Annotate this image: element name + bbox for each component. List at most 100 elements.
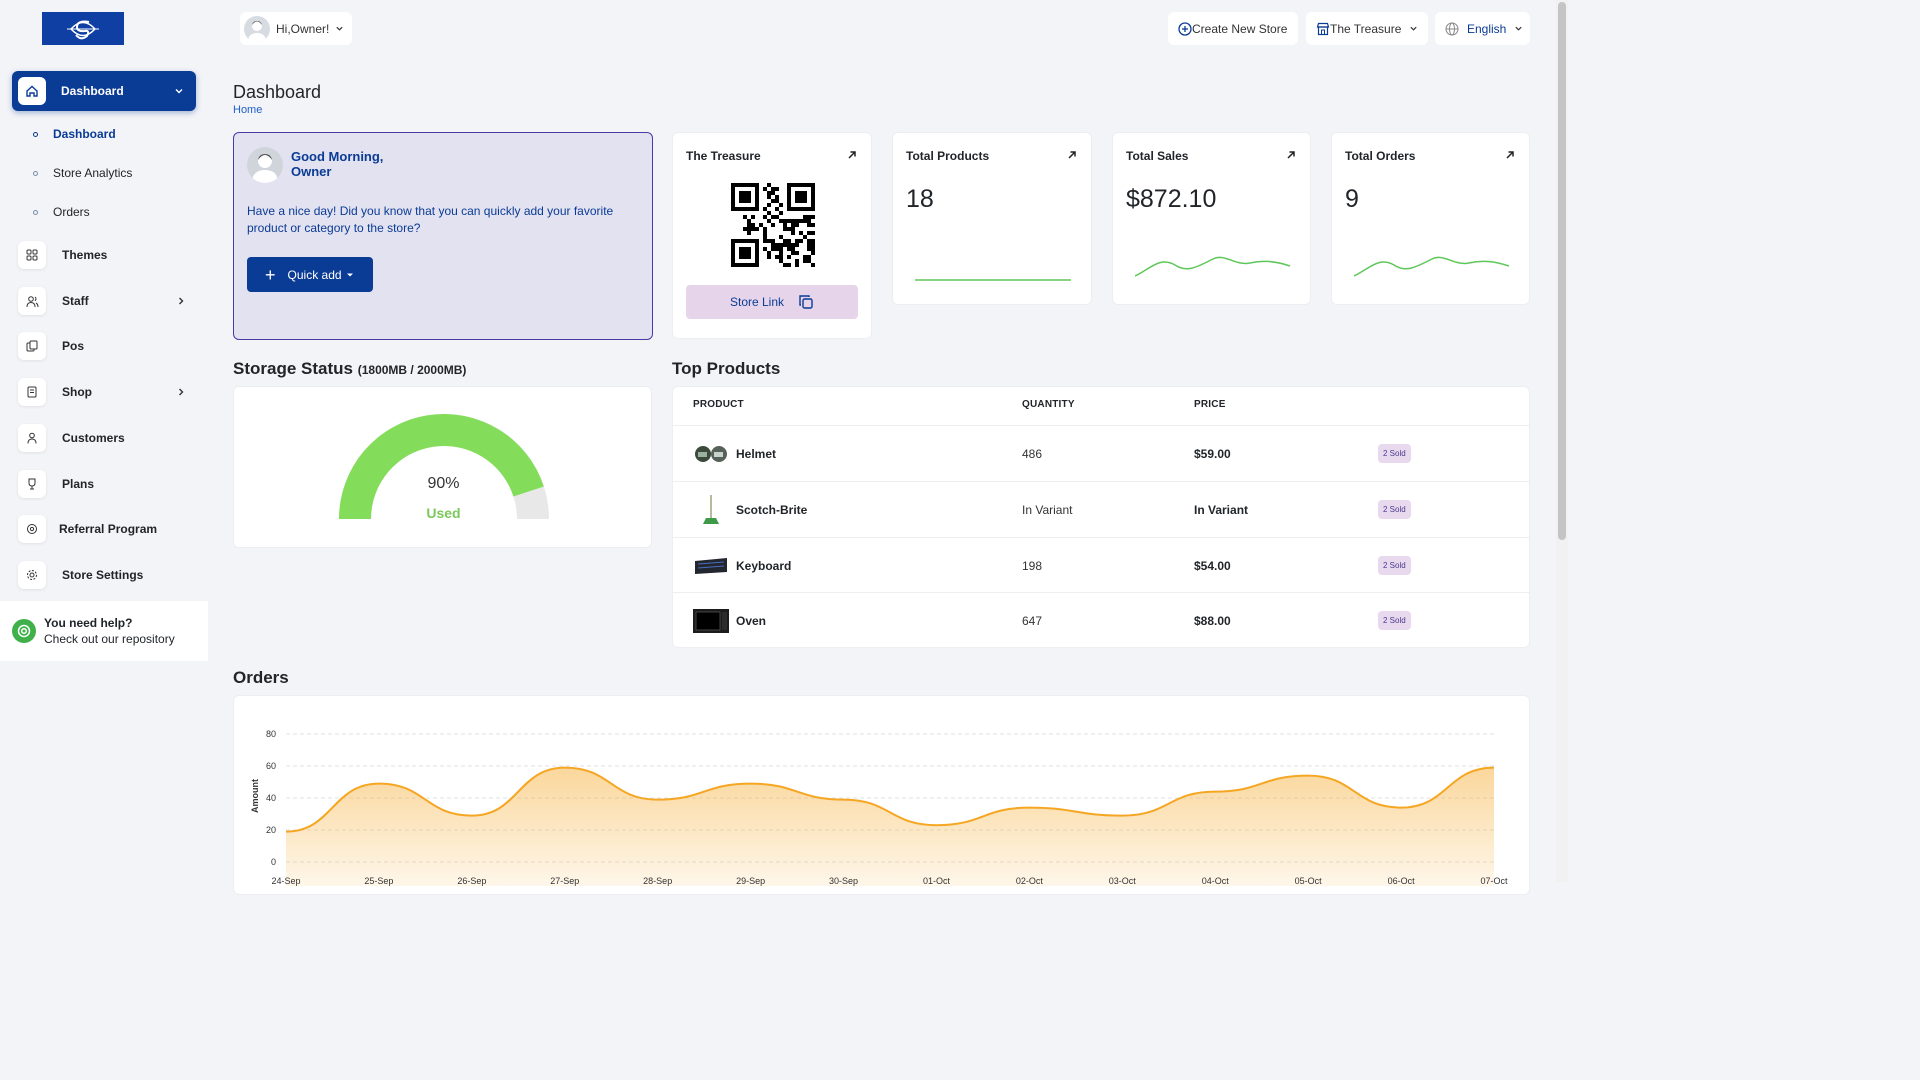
- store-link-button[interactable]: Store Link: [686, 285, 858, 319]
- x-tick-label: 07-Oct: [1480, 876, 1508, 886]
- store-link-label: Store Link: [729, 295, 785, 309]
- help-box[interactable]: You need help? Check out our repository: [0, 601, 208, 661]
- gauge-fill: [339, 414, 544, 519]
- table-row[interactable]: Helmet 486 $59.00 2 Sold: [673, 425, 1530, 481]
- arrow-up-right-icon[interactable]: [1286, 150, 1296, 160]
- lifebuoy-icon: [12, 619, 36, 643]
- sidebar-item-plans[interactable]: Plans: [18, 469, 198, 499]
- product-quantity: 486: [1022, 446, 1043, 461]
- sidebar-item-label: Customers: [62, 431, 125, 445]
- language-select[interactable]: English: [1435, 12, 1530, 45]
- sidebar-item-themes[interactable]: Themes: [18, 240, 198, 270]
- chevron-down-icon: [1410, 26, 1417, 31]
- logo-mark-icon: [67, 20, 99, 39]
- sidebar-item-staff[interactable]: Staff: [18, 286, 198, 316]
- sidebar-item-store-settings[interactable]: Store Settings: [18, 560, 198, 590]
- product-quantity: In Variant: [1022, 502, 1073, 517]
- product-price: $88.00: [1194, 613, 1231, 628]
- column-header-product: PRODUCT: [693, 399, 744, 410]
- users-icon: [18, 287, 46, 315]
- sidebar-subitem-label: Dashboard: [53, 127, 116, 141]
- store-select[interactable]: The Treasure: [1306, 12, 1428, 45]
- scrollbar-thumb[interactable]: [1558, 2, 1566, 540]
- arrow-up-right-icon[interactable]: [1067, 150, 1077, 160]
- shop-icon: [18, 378, 46, 406]
- sidebar-item-shop[interactable]: Shop: [18, 377, 198, 407]
- x-tick-label: 01-Oct: [923, 876, 951, 886]
- stat-card-total-sales: Total Sales $872.10: [1112, 132, 1311, 305]
- sold-badge: 2 Sold: [1378, 556, 1411, 575]
- sidebar-item-label: Store Settings: [62, 568, 144, 582]
- stat-title: Total Sales: [1126, 149, 1189, 163]
- table-row[interactable]: Scotch-Brite In Variant In Variant 2 Sol…: [673, 481, 1530, 537]
- column-header-quantity: QUANTITY: [1022, 399, 1075, 410]
- product-price: $59.00: [1194, 446, 1231, 461]
- sidebar-item-customers[interactable]: Customers: [18, 423, 198, 453]
- product-name: Oven: [736, 613, 767, 628]
- sidebar-subitem-store-analytics[interactable]: Store Analytics: [32, 166, 132, 180]
- user-menu[interactable]: Hi,Owner!: [240, 12, 352, 45]
- pos-icon: [18, 332, 46, 360]
- stat-title: Total Orders: [1345, 149, 1416, 163]
- logo[interactable]: [42, 12, 124, 45]
- sidebar-item-label: Themes: [62, 248, 108, 262]
- y-tick-label: 20: [266, 825, 276, 835]
- qr-code-icon: [731, 183, 815, 267]
- create-store-button[interactable]: Create New Store: [1168, 12, 1298, 45]
- storage-percent: 90%: [427, 475, 460, 492]
- chevron-down-icon: [336, 26, 343, 31]
- page-scrollbar[interactable]: [1556, 0, 1568, 882]
- nav-dashboard-label: Dashboard: [61, 84, 124, 98]
- help-subtitle: Check out our repository: [44, 632, 175, 646]
- y-axis-label: Amount: [250, 779, 260, 813]
- sidebar-item-pos[interactable]: Pos: [18, 331, 198, 361]
- store-card-title: The Treasure: [686, 149, 761, 163]
- welcome-card: Good Morning, Owner Have a nice day! Did…: [233, 132, 653, 340]
- arrow-up-right-icon[interactable]: [1505, 150, 1515, 160]
- sidebar-subitem-orders[interactable]: Orders: [32, 205, 90, 219]
- arrow-up-right-icon[interactable]: [847, 150, 857, 160]
- x-tick-label: 29-Sep: [736, 876, 765, 886]
- sidebar-item-label: Pos: [62, 339, 85, 353]
- storage-card: 90% Used: [233, 386, 652, 548]
- y-tick-label: 0: [271, 857, 276, 867]
- quick-add-label: Quick add: [287, 267, 342, 282]
- x-tick-label: 25-Sep: [364, 876, 393, 886]
- quick-add-button[interactable]: + Quick add: [247, 257, 373, 292]
- orders-area: [286, 767, 1494, 892]
- product-price: $54.00: [1194, 558, 1231, 573]
- plus-icon: +: [265, 264, 276, 285]
- stat-card-total-products: Total Products 18: [892, 132, 1092, 305]
- table-row[interactable]: Keyboard 198 $54.00 2 Sold: [673, 537, 1530, 593]
- x-tick-label: 05-Oct: [1295, 876, 1323, 886]
- store-select-label: The Treasure: [1330, 21, 1402, 36]
- page-title: Dashboard: [233, 82, 322, 102]
- storage-detail: (1800MB / 2000MB): [357, 363, 467, 377]
- product-price: In Variant: [1194, 502, 1249, 517]
- x-tick-label: 30-Sep: [829, 876, 858, 886]
- column-header-price: PRICE: [1194, 399, 1226, 410]
- grid-icon: [18, 241, 46, 269]
- stat-value: 9: [1345, 185, 1359, 213]
- avatar: [244, 15, 270, 42]
- helmet-thumbnail: [693, 440, 729, 468]
- greeting-line: Good Morning,: [291, 149, 384, 164]
- product-name: Keyboard: [736, 558, 792, 573]
- stat-card-total-orders: Total Orders 9: [1331, 132, 1530, 305]
- table-row[interactable]: Oven 647 $88.00 2 Sold: [673, 592, 1530, 648]
- nav-dashboard[interactable]: Dashboard: [12, 71, 196, 111]
- product-name: Helmet: [736, 446, 777, 461]
- x-tick-label: 27-Sep: [550, 876, 579, 886]
- chevron-right-icon: [179, 297, 184, 305]
- create-store-label: Create New Store: [1192, 21, 1288, 36]
- stat-value: 18: [906, 185, 934, 213]
- y-tick-label: 40: [266, 793, 276, 803]
- breadcrumb-home[interactable]: Home: [233, 104, 262, 116]
- keyboard-thumbnail: [693, 552, 729, 580]
- sidebar-subitem-dashboard[interactable]: Dashboard: [32, 127, 116, 141]
- sidebar-item-label: Staff: [62, 294, 89, 308]
- stat-title: Total Products: [906, 149, 990, 163]
- sidebar-item-referral-program[interactable]: Referral Program: [18, 514, 198, 544]
- bullet-icon: [33, 131, 38, 137]
- welcome-greeting: Good Morning, Owner: [291, 149, 383, 179]
